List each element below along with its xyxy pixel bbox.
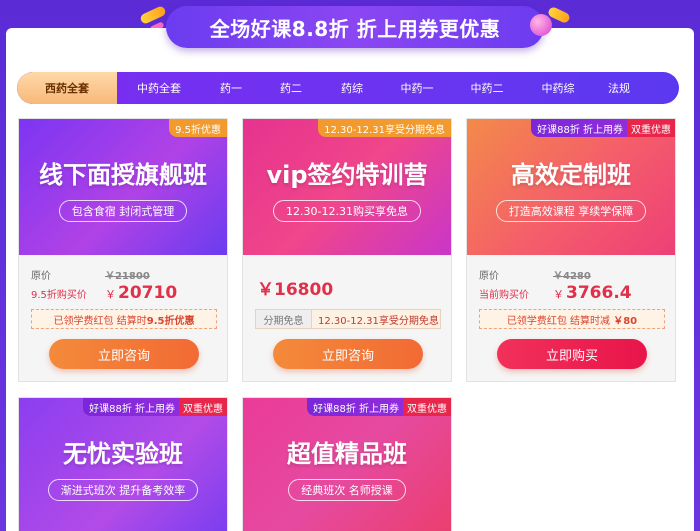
card-subtitle: 打造高效课程 享续学保障 [495,200,647,222]
card-header: 线下面授旗舰班 包含食宿 封闭式管理 [19,119,227,255]
double-discount-tag: 双重优惠 [627,119,675,137]
coupon-note-highlight: ￥80 [613,315,638,327]
current-price-row: 当前购买价 ￥ 3766.4 [479,283,632,303]
tab-yao-er[interactable]: 药二 [261,72,321,104]
course-card: vip签约特训营 12.30-12.31购买享免息 12.30-12.31享受分… [242,118,452,382]
tab-label: 中药全套 [137,82,181,95]
course-card: 线下面授旗舰班 包含食宿 封闭式管理 9.5折优惠 原价 ￥21800 9.5折购… [18,118,228,382]
tab-yao-zong[interactable]: 药综 [321,72,383,104]
installment-value: 12.30-12.31享受分期免息 [318,315,439,327]
card-header: 无忧实验班 渐进式班次 提升备考效率 [19,398,227,531]
discount-tag: 好课88折 折上用券 双重优惠 [307,398,451,416]
tab-xiyao-quantao[interactable]: 西药全套 [17,72,117,104]
current-price-row: 9.5折购买价 ￥ 20710 [31,283,177,303]
original-price-label: 原价 [479,271,499,282]
tab-label: 中药综 [541,82,575,95]
tab-label: 药综 [341,82,363,95]
discount-tag-text: 好课88折 折上用券 [89,403,175,415]
consult-button[interactable]: 立即咨询 [273,339,423,369]
current-price-label: 9.5折购买价 [31,290,87,301]
current-price-label: 当前购买价 [479,290,529,301]
double-discount-tag: 双重优惠 [179,398,227,416]
course-card: 高效定制班 打造高效课程 享续学保障 好课88折 折上用券 双重优惠 原价 ￥428… [466,118,676,382]
original-price-label: 原价 [31,271,51,282]
coupon-note-text: 已领学费红包 结算时 [53,315,147,327]
promo-banner: 全场好课8.8折 折上用券更优惠 [166,6,544,48]
discount-tag: 12.30-12.31享受分期免息 [318,119,451,137]
tab-zhongyao-er[interactable]: 中药二 [451,72,523,104]
tab-fagui[interactable]: 法规 [593,72,645,104]
coupon-note-text: 已领学费红包 结算时减 [506,315,611,327]
discount-tag-text: 好课88折 折上用券 [313,403,399,415]
discount-tag: 9.5折优惠 [169,119,227,137]
buy-button[interactable]: 立即购买 [497,339,647,369]
double-discount-tag: 双重优惠 [403,398,451,416]
banner-text: 全场好课8.8折 折上用券更优惠 [209,16,501,41]
category-tabs: 西药全套 中药全套 药一 药二 药综 中药一 中药二 中药综 法规 [17,72,679,104]
coupon-note: 已领学费红包 结算时减 ￥80 [479,309,665,329]
coupon-note-highlight: 9.5折优惠 [146,315,195,327]
tab-label: 西药全套 [45,82,89,95]
current-price: ￥ 20710 [105,283,177,303]
course-card: 超值精品班 经典班次 名师授课 好课88折 折上用券 双重优惠 [242,397,452,531]
banner-decoration [530,14,552,36]
currency-symbol: ￥ [553,288,564,301]
original-price: ￥4280 [553,271,591,282]
card-subtitle: 经典班次 名师授课 [288,479,406,501]
original-price-row: 原价 ￥21800 [31,267,150,282]
current-price-value: 3766.4 [566,283,632,303]
card-title: 高效定制班 [511,161,631,189]
tab-label: 法规 [608,82,630,95]
tab-label: 中药二 [470,82,504,95]
original-price-row: 原价 ￥4280 [479,267,591,282]
course-card: 无忧实验班 渐进式班次 提升备考效率 好课88折 折上用券 双重优惠 [18,397,228,531]
discount-tag: 好课88折 折上用券 双重优惠 [83,398,227,416]
card-header: 高效定制班 打造高效课程 享续学保障 [467,119,675,255]
tab-yao-yi[interactable]: 药一 [201,72,261,104]
card-subtitle: 12.30-12.31购买享免息 [273,200,421,222]
card-subtitle: 渐进式班次 提升备考效率 [47,479,199,501]
current-price: ￥16800 [257,280,334,300]
current-price-value: 20710 [118,283,178,303]
button-label: 立即咨询 [97,348,150,364]
tab-label: 药二 [280,82,302,95]
tab-zhongyao-zong[interactable]: 中药综 [523,72,593,104]
tab-zhongyao-yi[interactable]: 中药一 [383,72,451,104]
button-label: 立即购买 [545,348,598,364]
installment-label: 分期免息 [256,310,312,328]
button-label: 立即咨询 [321,348,374,364]
currency-symbol: ￥ [105,288,116,301]
installment-info: 分期免息 12.30-12.31享受分期免息 [255,309,441,329]
card-title: 超值精品班 [287,440,407,468]
card-title: 线下面授旗舰班 [39,161,207,189]
coupon-note: 已领学费红包 结算时 9.5折优惠 [31,309,217,329]
consult-button[interactable]: 立即咨询 [49,339,199,369]
card-body: 原价 ￥21800 9.5折购买价 ￥ 20710 已领学费红包 结算时 9.5折优惠 … [19,255,227,381]
card-header: vip签约特训营 12.30-12.31购买享免息 [243,119,451,255]
card-title: vip签约特训营 [266,161,428,189]
original-price: ￥21800 [105,271,150,282]
current-price: ￥ 3766.4 [553,283,632,303]
discount-tag-text: 好课88折 折上用券 [537,124,623,136]
card-body: 原价 ￥4280 当前购买价 ￥ 3766.4 已领学费红包 结算时减 ￥80 立即购… [467,255,675,381]
tab-label: 药一 [220,82,242,95]
tab-label: 中药一 [400,82,434,95]
card-title: 无忧实验班 [63,440,183,468]
card-subtitle: 包含食宿 封闭式管理 [58,200,188,222]
discount-tag: 好课88折 折上用券 双重优惠 [531,119,675,137]
card-header: 超值精品班 经典班次 名师授课 [243,398,451,531]
tab-zhongyao-quantao[interactable]: 中药全套 [117,72,201,104]
price-row: ￥16800 [257,275,333,300]
